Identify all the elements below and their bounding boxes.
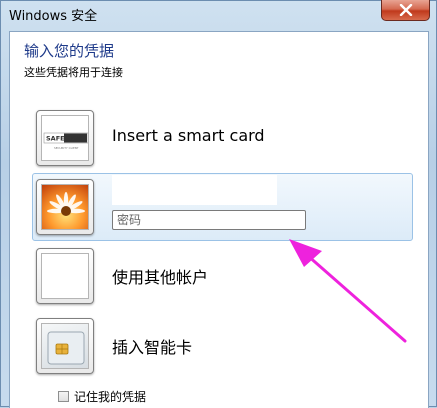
close-button[interactable] — [381, 0, 430, 21]
option-label-insert-smart-card-cn[interactable]: 插入智能卡 — [112, 334, 192, 358]
safesign-reader-icon: SAFESIGN SECURITY CLIENT — [41, 115, 89, 161]
option-insert-smart-card[interactable]: SAFESIGN SECURITY CLIENT — [36, 110, 94, 166]
option-insert-smart-card-cn[interactable] — [36, 318, 94, 374]
option-use-another-account[interactable] — [36, 248, 94, 304]
safesign-logo-subtext: SECURITY CLIENT — [54, 146, 79, 150]
password-field[interactable] — [112, 210, 306, 230]
smart-card-icon — [41, 323, 89, 369]
remember-credentials-row[interactable]: 记住我的凭据 — [58, 388, 146, 405]
title-bar[interactable]: Windows 安全 — [1, 0, 436, 29]
option-current-account[interactable] — [36, 179, 94, 235]
remember-credentials-label[interactable]: 记住我的凭据 — [74, 388, 146, 405]
username-field[interactable] — [112, 175, 277, 205]
option-label-insert-smart-card[interactable]: Insert a smart card — [112, 126, 265, 145]
safesign-logo-text: SAFESIGN — [46, 135, 82, 143]
blank-account-icon — [41, 253, 89, 299]
close-icon — [399, 4, 412, 16]
flower-avatar-icon — [41, 184, 89, 230]
dialog-heading: 输入您的凭据 — [24, 42, 115, 60]
remember-credentials-checkbox[interactable] — [58, 391, 69, 402]
dialog-subheading: 这些凭据将用于连接 — [24, 66, 123, 79]
credential-dialog: Windows 安全 输入您的凭据 这些凭据将用于连接 SAFESIGN SEC… — [0, 0, 437, 408]
window-title: Windows 安全 — [9, 9, 98, 24]
option-label-use-another-account[interactable]: 使用其他帐户 — [112, 264, 208, 288]
dialog-content: 输入您的凭据 这些凭据将用于连接 SAFESIGN SECURITY CLIEN… — [9, 31, 429, 408]
